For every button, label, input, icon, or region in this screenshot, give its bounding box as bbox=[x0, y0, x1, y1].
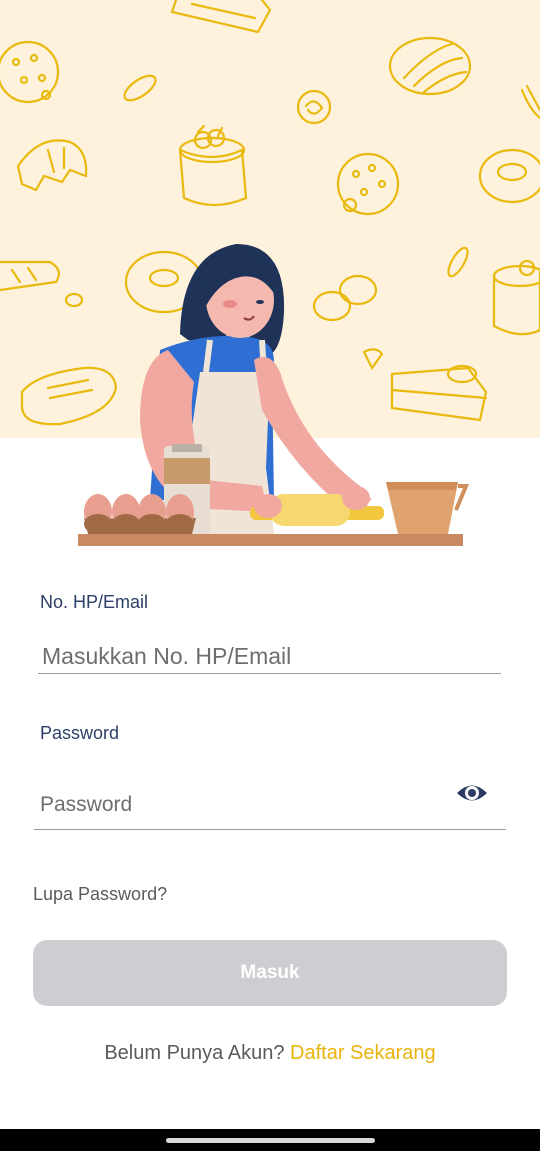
eye-icon bbox=[457, 785, 487, 801]
signup-link[interactable]: Daftar Sekarang bbox=[290, 1042, 436, 1064]
phone-email-underline bbox=[38, 673, 501, 674]
baker-illustration bbox=[0, 0, 540, 546]
password-visibility-toggle[interactable] bbox=[455, 778, 489, 808]
baker-figure bbox=[78, 244, 469, 546]
login-button[interactable]: Masuk bbox=[33, 940, 507, 1006]
password-input[interactable] bbox=[38, 788, 442, 822]
phone-email-input[interactable] bbox=[40, 638, 504, 674]
home-indicator[interactable] bbox=[166, 1138, 375, 1143]
password-label: Password bbox=[40, 723, 120, 743]
phone-email-label: No. HP/Email bbox=[40, 592, 149, 612]
password-underline bbox=[34, 829, 506, 830]
system-navigation-bar bbox=[0, 1129, 540, 1151]
no-account-text: Belum Punya Akun? bbox=[104, 1042, 285, 1064]
signup-prompt: Belum Punya Akun? Daftar Sekarang bbox=[0, 1042, 540, 1065]
forgot-password-link[interactable]: Lupa Password? bbox=[33, 884, 167, 905]
